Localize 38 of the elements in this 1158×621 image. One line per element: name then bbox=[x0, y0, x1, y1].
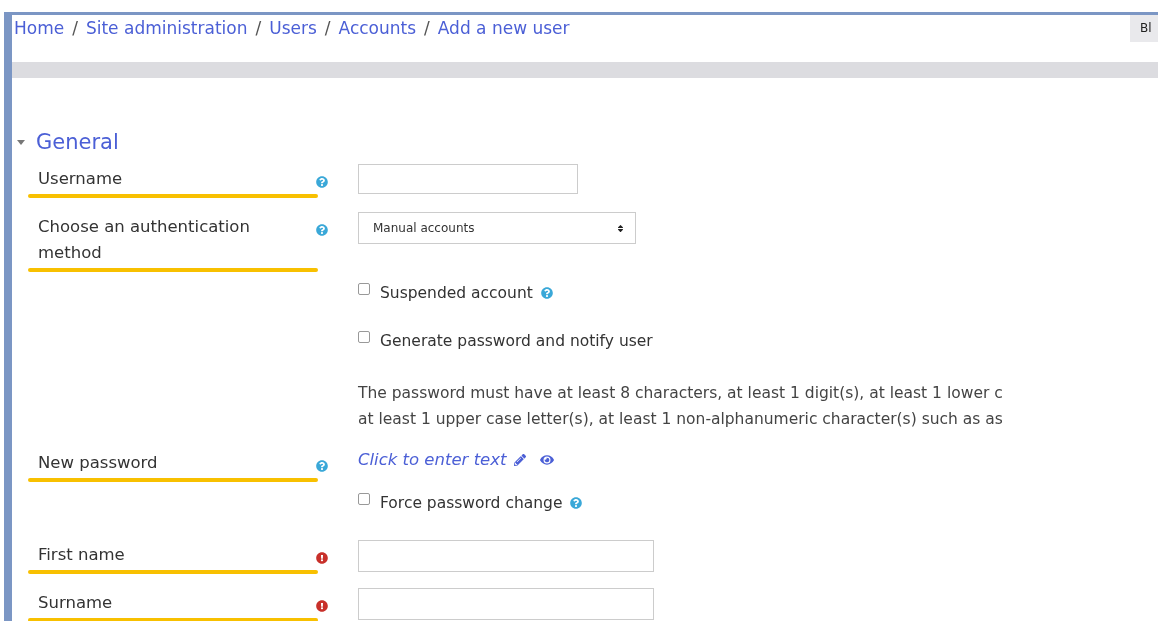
breadcrumb-separator: / bbox=[424, 18, 430, 38]
dropdown[interactable]: Manual accounts bbox=[358, 212, 636, 244]
header-button[interactable]: Bl bbox=[1130, 15, 1158, 42]
help-icon[interactable] bbox=[540, 287, 553, 299]
help-icon[interactable] bbox=[316, 224, 328, 236]
sort-icon bbox=[616, 223, 625, 233]
password-rules-text: The password must have at least 8 characters, at least 1 digit(s), at least 1 lower c bbox=[358, 383, 1003, 404]
help-icon[interactable] bbox=[316, 176, 328, 188]
breadcrumb-link[interactable]: Home bbox=[14, 18, 65, 38]
field-label: New password bbox=[38, 452, 159, 474]
text-field[interactable] bbox=[358, 588, 654, 620]
field-label: Surname bbox=[38, 592, 114, 614]
checkbox-label: Force password change bbox=[380, 494, 563, 512]
field-label: First name bbox=[38, 544, 126, 566]
text-field[interactable] bbox=[358, 540, 654, 572]
password-rules-text: at least 1 upper case letter(s), at least 1 non-alphanumeric character(s) such as as bbox=[358, 409, 1003, 430]
breadcrumb-link[interactable]: Add a new user bbox=[437, 18, 570, 38]
checkbox-label: Generate password and notify user bbox=[380, 332, 653, 350]
breadcrumb-link[interactable]: Site administration bbox=[85, 18, 248, 38]
checkbox-label: Suspended account bbox=[380, 284, 533, 302]
breadcrumb-separator: / bbox=[255, 18, 262, 38]
breadcrumb-separator: / bbox=[72, 18, 78, 38]
help-icon[interactable] bbox=[316, 460, 328, 472]
text-field[interactable] bbox=[358, 164, 578, 194]
breadcrumb-link[interactable]: Accounts bbox=[338, 18, 417, 38]
eye-icon[interactable] bbox=[540, 452, 555, 467]
field-label: Username bbox=[38, 168, 124, 190]
field-label: Choose an authentication method bbox=[38, 216, 251, 264]
pencil-icon[interactable] bbox=[514, 453, 527, 466]
caret-icon[interactable] bbox=[16, 138, 26, 146]
checkbox[interactable] bbox=[358, 283, 370, 295]
breadcrumb-link[interactable]: Users bbox=[269, 18, 317, 38]
checkbox[interactable] bbox=[358, 331, 370, 343]
help-icon[interactable] bbox=[570, 497, 583, 509]
section-title[interactable]: General bbox=[36, 130, 119, 154]
password-edit-link[interactable]: Click to enter text bbox=[358, 450, 507, 469]
checkbox[interactable] bbox=[358, 493, 370, 505]
breadcrumb-separator: / bbox=[324, 18, 331, 38]
